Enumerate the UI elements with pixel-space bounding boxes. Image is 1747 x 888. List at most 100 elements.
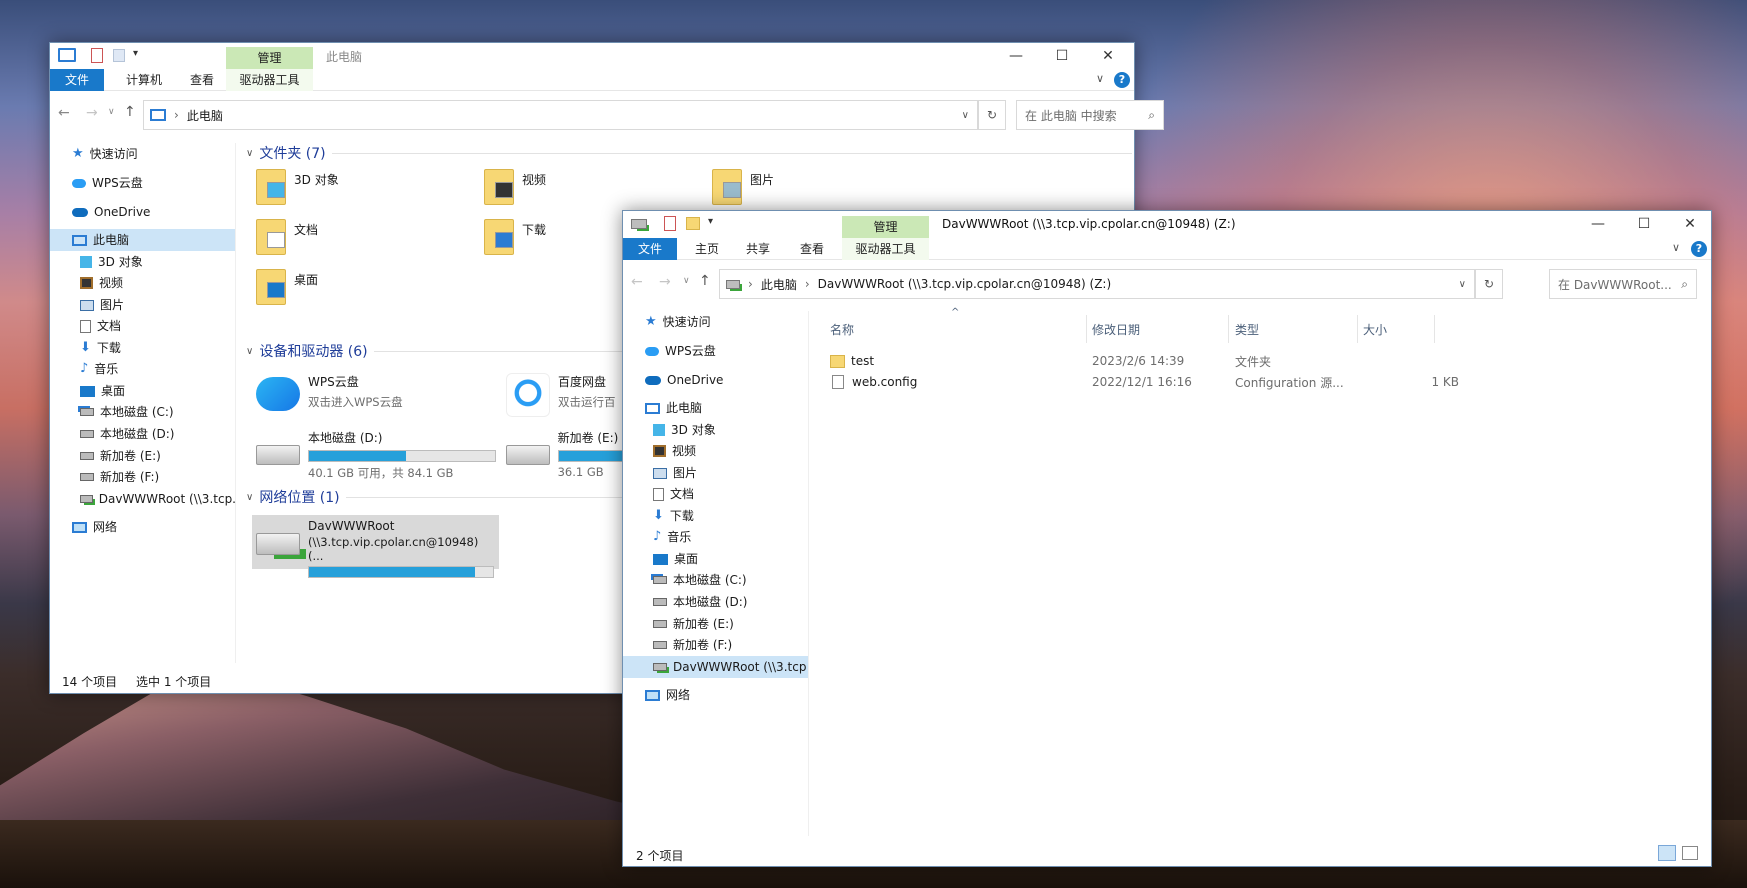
sidebar-item-4[interactable]: 3D 对象 xyxy=(623,419,808,441)
sidebar-item-4[interactable]: 3D 对象 xyxy=(50,251,235,273)
tab-view[interactable]: 查看 xyxy=(787,238,837,260)
sidebar-item-13[interactable]: 新加卷 (E:) xyxy=(50,445,235,467)
new-folder-icon[interactable] xyxy=(113,49,125,62)
address-dropdown-icon[interactable]: ∨ xyxy=(962,110,969,121)
details-view-icon[interactable] xyxy=(1658,845,1676,861)
config-file-icon xyxy=(832,375,844,389)
sidebar-item-3[interactable]: 此电脑 xyxy=(623,397,808,419)
close-button[interactable]: ✕ xyxy=(1667,211,1713,237)
sidebar-item-9[interactable]: ♪ 音乐 xyxy=(623,526,808,548)
sidebar-item-1[interactable]: WPS云盘 xyxy=(50,172,235,194)
manage-tab-header[interactable]: 管理 xyxy=(226,47,313,69)
ribbon-expand-chevron-icon[interactable]: ∨ xyxy=(1096,72,1104,85)
ribbon-expand-chevron-icon[interactable]: ∨ xyxy=(1672,241,1680,254)
device-drive-d[interactable]: 本地磁盘 (D:) 40.1 GB 可用，共 84.1 GB xyxy=(256,429,496,481)
sidebar-item-10[interactable]: 桌面 xyxy=(50,380,235,402)
up-button[interactable]: ↑ xyxy=(699,273,711,289)
minimize-button[interactable]: — xyxy=(993,43,1039,69)
quick-access-dropdown-icon[interactable]: ▾ xyxy=(133,48,138,59)
properties-icon[interactable] xyxy=(91,48,103,63)
help-icon[interactable]: ? xyxy=(1691,241,1707,257)
sidebar-item-16[interactable]: 网络 xyxy=(50,516,235,538)
column-header-name[interactable]: 名称 xyxy=(830,321,854,338)
sidebar-item-12[interactable]: 本地磁盘 (D:) xyxy=(623,591,808,613)
tab-view[interactable]: 查看 xyxy=(178,69,226,91)
address-bar[interactable]: › 此电脑 ∨ xyxy=(143,100,978,130)
tab-drive-tools[interactable]: 驱动器工具 xyxy=(842,238,929,260)
properties-icon[interactable] xyxy=(664,216,676,231)
quick-access-dropdown-icon[interactable]: ▾ xyxy=(708,216,713,227)
network-location-davwwwroot[interactable]: DavWWWRoot (\\3.tcp.vip.cpolar.cn@10948)… xyxy=(252,515,499,578)
manage-tab-header[interactable]: 管理 xyxy=(842,216,929,238)
folder-tile-5[interactable]: 桌面 xyxy=(256,269,318,305)
folder-tile-1[interactable]: 视频 xyxy=(484,169,546,205)
recent-dropdown-icon[interactable]: ∨ xyxy=(108,107,115,117)
sidebar-item-9[interactable]: ♪ 音乐 xyxy=(50,358,235,380)
help-icon[interactable]: ? xyxy=(1114,72,1130,88)
recent-dropdown-icon[interactable]: ∨ xyxy=(683,276,690,286)
sidebar-item-7[interactable]: 文档 xyxy=(50,315,235,337)
sidebar-item-15[interactable]: DavWWWRoot (\\3.tcp xyxy=(623,656,808,678)
tab-home[interactable]: 主页 xyxy=(683,238,731,260)
sidebar-item-7[interactable]: 文档 xyxy=(623,483,808,505)
sidebar-item-14[interactable]: 新加卷 (F:) xyxy=(50,466,235,488)
folder-tile-3[interactable]: 文档 xyxy=(256,219,318,255)
refresh-button[interactable]: ↻ xyxy=(978,100,1006,130)
minimize-button[interactable]: — xyxy=(1575,211,1621,237)
folder-tile-2[interactable]: 图片 xyxy=(712,169,774,205)
device-wps-cloud[interactable]: WPS云盘 双击进入WPS云盘 xyxy=(256,373,486,411)
sidebar-item-11[interactable]: 本地磁盘 (C:) xyxy=(623,569,808,591)
refresh-button[interactable]: ↻ xyxy=(1475,269,1503,299)
sidebar-item-6[interactable]: 图片 xyxy=(50,294,235,316)
sidebar-item-13[interactable]: 新加卷 (E:) xyxy=(623,613,808,635)
sidebar-item-5[interactable]: 视频 xyxy=(50,272,235,294)
sidebar-item-8[interactable]: ⬇ 下载 xyxy=(50,337,235,359)
search-input[interactable]: 在 DavWWWRoot... ⌕ xyxy=(1549,269,1697,299)
tab-drive-tools[interactable]: 驱动器工具 xyxy=(226,69,313,91)
sidebar-item-3[interactable]: 此电脑 xyxy=(50,229,235,251)
column-header-type[interactable]: 类型 xyxy=(1235,321,1259,338)
new-folder-icon[interactable] xyxy=(686,217,700,230)
sidebar-item-16[interactable]: 网络 xyxy=(623,684,808,706)
sidebar-item-8[interactable]: ⬇ 下载 xyxy=(623,505,808,527)
tab-file[interactable]: 文件 xyxy=(50,69,104,91)
maximize-button[interactable]: ☐ xyxy=(1621,211,1667,237)
breadcrumb-this-pc[interactable]: 此电脑 xyxy=(187,107,223,124)
sidebar-item-6[interactable]: 图片 xyxy=(623,462,808,484)
column-header-size[interactable]: 大小 xyxy=(1363,321,1387,338)
back-button[interactable]: ← xyxy=(631,274,643,290)
back-button[interactable]: ← xyxy=(58,105,70,121)
sidebar-item-0[interactable]: ★ 快速访问 xyxy=(623,311,808,333)
device-label: 本地磁盘 (D:) xyxy=(308,431,383,445)
file-row-web-config[interactable]: web.config 2022/12/1 16:16 Configuration… xyxy=(830,372,1470,392)
tab-file[interactable]: 文件 xyxy=(623,238,677,260)
address-dropdown-icon[interactable]: ∨ xyxy=(1459,279,1466,290)
sidebar-item-14[interactable]: 新加卷 (F:) xyxy=(623,634,808,656)
address-bar[interactable]: › 此电脑 › DavWWWRoot (\\3.tcp.vip.cpolar.c… xyxy=(719,269,1475,299)
tab-share[interactable]: 共享 xyxy=(733,238,783,260)
forward-button[interactable]: → xyxy=(659,274,671,290)
up-button[interactable]: ↑ xyxy=(124,104,136,120)
sidebar-item-10[interactable]: 桌面 xyxy=(623,548,808,570)
maximize-button[interactable]: ☐ xyxy=(1039,43,1085,69)
breadcrumb-davwwwroot[interactable]: DavWWWRoot (\\3.tcp.vip.cpolar.cn@10948)… xyxy=(818,277,1112,291)
sidebar-item-5[interactable]: 视频 xyxy=(623,440,808,462)
folder-tile-4[interactable]: 下载 xyxy=(484,219,546,255)
sidebar-item-11[interactable]: 本地磁盘 (C:) xyxy=(50,401,235,423)
sidebar-item-15[interactable]: DavWWWRoot (\\3.tcp. xyxy=(50,488,235,510)
sidebar-item-1[interactable]: WPS云盘 xyxy=(623,340,808,362)
breadcrumb-this-pc[interactable]: 此电脑 xyxy=(761,276,797,293)
sidebar-item-2[interactable]: OneDrive xyxy=(50,201,235,223)
large-icons-view-icon[interactable] xyxy=(1682,846,1698,860)
column-header-date[interactable]: 修改日期 xyxy=(1092,321,1140,338)
sidebar-item-0[interactable]: ★ 快速访问 xyxy=(50,143,235,165)
tab-computer[interactable]: 计算机 xyxy=(110,69,178,91)
sidebar-item-12[interactable]: 本地磁盘 (D:) xyxy=(50,423,235,445)
group-folders[interactable]: ∨ 文件夹 (7) xyxy=(246,143,1132,163)
close-button[interactable]: ✕ xyxy=(1085,43,1131,69)
file-row-test[interactable]: test 2023/2/6 14:39 文件夹 xyxy=(830,351,1470,371)
folder-tile-0[interactable]: 3D 对象 xyxy=(256,169,339,205)
sidebar-item-2[interactable]: OneDrive xyxy=(623,369,808,391)
forward-button[interactable]: → xyxy=(86,105,98,121)
search-input[interactable]: 在 此电脑 中搜索 ⌕ xyxy=(1016,100,1164,130)
